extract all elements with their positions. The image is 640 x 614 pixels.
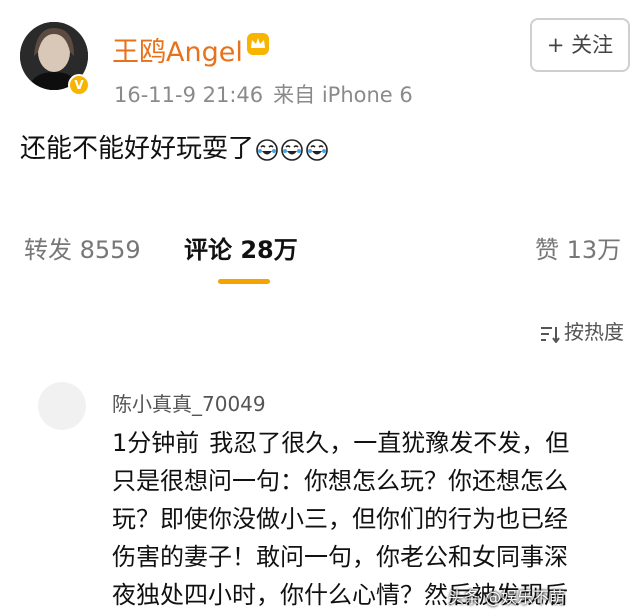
tab-repost[interactable]: 转发 8559: [24, 230, 141, 265]
post-source: 来自 iPhone 6: [273, 83, 413, 107]
comment-line: 只是很想问一句：你想怎么玩？你还想怎么: [112, 467, 568, 495]
sort-label: 按热度: [564, 320, 624, 344]
comment-time: 1分钟前: [112, 429, 200, 457]
post-meta: 16-11-9 21:46 来自 iPhone 6: [114, 79, 413, 109]
comment-line: 1分钟前 我忍了很久，一直犹豫发不发，但: [112, 424, 632, 462]
comment-line: 伤害的妻子！敢问一句，你老公和女同事深: [112, 543, 568, 571]
watermark: 头条 @娱乐不萌: [448, 588, 566, 607]
laugh-cry-emoji-icon: [256, 138, 278, 161]
laugh-cry-emoji-icon: [306, 138, 328, 161]
active-tab-indicator: [218, 279, 270, 284]
post-username[interactable]: 王鸥Angel: [112, 30, 243, 69]
commenter-avatar[interactable]: [38, 382, 86, 430]
tab-like[interactable]: 赞 13万: [535, 230, 621, 265]
post-content: 还能不能好好玩耍了: [20, 128, 328, 165]
emoji-group: [256, 138, 328, 161]
follow-button[interactable]: + 关注: [530, 18, 630, 72]
commenter-username[interactable]: 陈小真真_70049: [112, 388, 266, 417]
comment-text: 我忍了很久，一直犹豫发不发，但: [209, 429, 570, 457]
verified-badge-icon: V: [68, 74, 90, 96]
post-text: 还能不能好好玩耍了: [20, 134, 255, 164]
comment-line: 玩？即使你没做小三，但你们的行为也已经: [112, 505, 568, 533]
post-date: 16-11-9 21:46: [114, 83, 264, 107]
tab-comment[interactable]: 评论 28万: [184, 230, 298, 265]
vip-crown-icon: [247, 33, 269, 55]
laugh-cry-emoji-icon: [281, 138, 303, 161]
sort-icon: [541, 326, 560, 343]
sort-by-hot-button[interactable]: 按热度: [540, 316, 624, 345]
